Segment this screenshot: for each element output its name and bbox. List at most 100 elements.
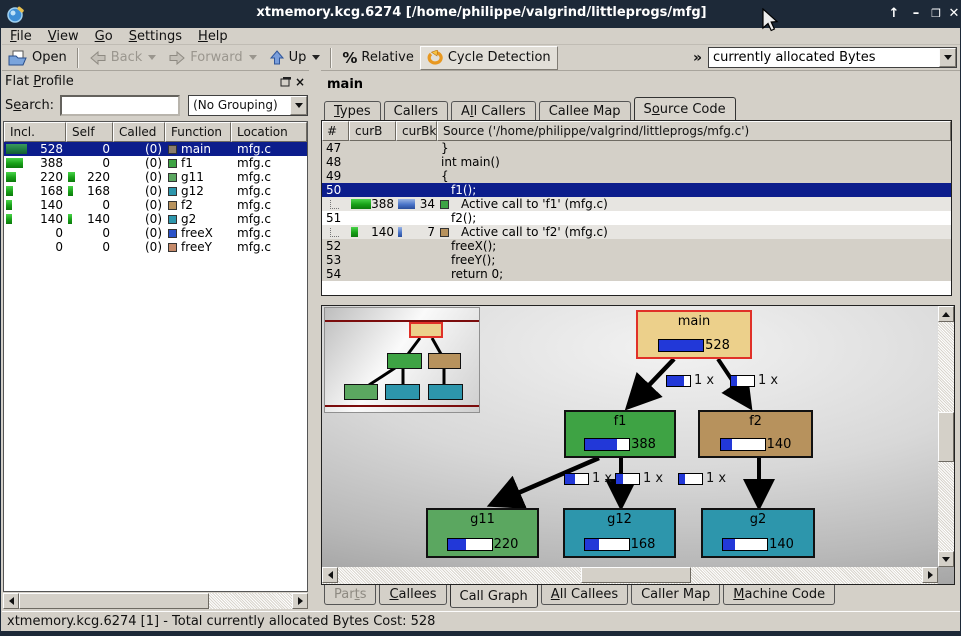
graph-overview-minimap[interactable]	[324, 307, 480, 413]
function-row-f2[interactable]: 140 0 (0) f2 mfg.c	[4, 198, 307, 212]
scroll-left-icon[interactable]	[322, 567, 338, 583]
source-line[interactable]: 48 int main()	[322, 155, 951, 169]
function-row-freeX[interactable]: 0 0 (0) freeX mfg.c	[4, 226, 307, 240]
source-call-line[interactable]: 388 34 Active call to 'f1' (mfg.c)	[322, 197, 951, 211]
relative-toggle-button[interactable]: % Relative	[336, 46, 419, 70]
menu-file[interactable]: File	[2, 28, 40, 45]
call-graph-view[interactable]: main 528 f1 388 f2 140 g11 220 g12 168 g…	[321, 305, 955, 585]
graph-node-f2[interactable]: f2 140	[698, 410, 813, 458]
edge-label-main-f2: 1 x	[730, 373, 778, 388]
graph-vscrollbar[interactable]	[938, 306, 955, 567]
source-line[interactable]: 47 }	[322, 141, 951, 155]
function-row-g12[interactable]: 168 168 (0) g12 mfg.c	[4, 184, 307, 198]
tab-all-callees[interactable]: All Callees	[541, 585, 628, 605]
column-header-line[interactable]: #	[322, 121, 349, 141]
tab-callees[interactable]: Callees	[379, 585, 446, 605]
close-button[interactable]: ✕	[945, 5, 961, 23]
menu-view[interactable]: View	[40, 28, 87, 45]
dock-title: Flat Profile	[5, 74, 74, 89]
function-color-icon	[168, 173, 177, 182]
column-header-curB[interactable]: curB	[349, 121, 396, 141]
graph-node-g2[interactable]: g2 140	[701, 508, 815, 558]
cycle-detection-toggle-button[interactable]: Cycle Detection	[420, 46, 558, 70]
event-type-select[interactable]: currently allocated Bytes	[708, 47, 957, 68]
function-color-icon	[168, 159, 177, 168]
column-header-curBk[interactable]: curBk	[396, 121, 437, 141]
active-function-title: main	[327, 77, 363, 92]
source-line-selected[interactable]: 50 f1();	[322, 183, 951, 197]
overview-node-f1	[387, 353, 422, 369]
function-row-g11[interactable]: 220 220 (0) g11 mfg.c	[4, 170, 307, 184]
overview-node-main	[409, 322, 443, 338]
source-call-line[interactable]: 140 7 Active call to 'f2' (mfg.c)	[322, 225, 951, 239]
up-button[interactable]: Up	[263, 46, 327, 70]
function-row-g2[interactable]: 140 140 (0) g2 mfg.c	[4, 212, 307, 226]
tab-source-code[interactable]: Source Code	[634, 97, 736, 121]
graph-node-g12[interactable]: g12 168	[563, 508, 676, 558]
search-input[interactable]	[60, 95, 180, 116]
shade-button[interactable]: ↑	[885, 5, 903, 23]
back-button[interactable]: Back	[83, 46, 163, 70]
open-button[interactable]: Open	[2, 46, 73, 70]
grouping-select[interactable]: (No Grouping)	[188, 95, 308, 116]
back-history-chevron-icon	[148, 55, 156, 60]
title-bar[interactable]: xtmemory.kcg.6274 [/home/philippe/valgri…	[1, 0, 961, 28]
tab-call-graph[interactable]: Call Graph	[450, 585, 538, 608]
tab-callee-map[interactable]: Callee Map	[539, 101, 631, 121]
scroll-right-icon[interactable]	[922, 567, 938, 583]
float-dock-icon[interactable]	[280, 76, 292, 87]
column-header-location[interactable]: Location	[231, 122, 307, 142]
scrollbar-thumb[interactable]	[19, 593, 209, 609]
tab-caller-map[interactable]: Caller Map	[631, 585, 720, 605]
search-label: Search:	[5, 98, 54, 113]
application-window: xtmemory.kcg.6274 [/home/philippe/valgri…	[0, 0, 961, 636]
chevron-down-icon[interactable]	[939, 48, 956, 67]
menu-help[interactable]: Help	[190, 28, 236, 45]
column-header-source[interactable]: Source ('/home/philippe/valgrind/littlep…	[437, 121, 951, 141]
column-header-incl[interactable]: Incl.	[4, 122, 66, 142]
scroll-right-icon[interactable]	[292, 593, 308, 609]
menu-go[interactable]: Go	[87, 28, 121, 45]
tab-callers[interactable]: Callers	[384, 101, 448, 121]
source-line[interactable]: 51 f2();	[322, 211, 951, 225]
maximize-button[interactable]: ❒	[927, 5, 945, 23]
source-code-view: # curB curBk Source ('/home/philippe/val…	[321, 120, 952, 296]
graph-hscrollbar[interactable]	[322, 567, 938, 584]
panel-splitter[interactable]	[309, 70, 321, 612]
flat-profile-hscrollbar[interactable]	[3, 593, 308, 609]
column-header-called[interactable]: Called	[113, 122, 165, 142]
graph-node-g11[interactable]: g11 220	[426, 508, 539, 558]
column-header-self[interactable]: Self	[66, 122, 113, 142]
tab-types[interactable]: Types	[324, 101, 381, 121]
toolbar-separator	[330, 48, 332, 68]
column-header-function[interactable]: Function	[165, 122, 231, 142]
minimize-button[interactable]: –	[907, 5, 925, 23]
tab-parts[interactable]: Parts	[324, 585, 376, 605]
graph-node-main[interactable]: main 528	[636, 310, 752, 359]
scroll-left-icon[interactable]	[3, 593, 19, 609]
flat-profile-dock-header[interactable]: Flat Profile ×	[5, 72, 308, 91]
cycle-arrow-icon	[427, 50, 444, 66]
source-line[interactable]: 52 freeX();	[322, 239, 951, 253]
forward-button[interactable]: Forward	[162, 46, 262, 70]
function-row-freeY[interactable]: 0 0 (0) freeY mfg.c	[4, 240, 307, 254]
close-dock-icon[interactable]: ×	[292, 75, 308, 89]
forward-arrow-icon	[168, 51, 186, 65]
toolbar-overflow-chevron[interactable]: »	[687, 50, 708, 66]
scroll-up-icon[interactable]	[938, 306, 954, 322]
source-line[interactable]: 53 freeY();	[322, 253, 951, 267]
tab-all-callers[interactable]: All Callers	[451, 101, 536, 121]
source-line[interactable]: 49 {	[322, 169, 951, 183]
scroll-down-icon[interactable]	[938, 551, 954, 567]
menu-settings[interactable]: Settings	[121, 28, 190, 45]
tab-machine-code[interactable]: Machine Code	[723, 585, 835, 605]
overview-node-g12	[385, 384, 420, 400]
function-row-main[interactable]: 528 0 (0) main mfg.c	[4, 142, 307, 156]
source-line[interactable]: 54 return 0;	[322, 267, 951, 281]
function-row-f1[interactable]: 388 0 (0) f1 mfg.c	[4, 156, 307, 170]
chevron-down-icon[interactable]	[290, 96, 307, 115]
toolbar: Open Back Forward Up % Relativ	[2, 45, 961, 71]
graph-node-f1[interactable]: f1 388	[564, 410, 676, 458]
scrollbar-thumb[interactable]	[581, 567, 691, 583]
scrollbar-thumb[interactable]	[938, 412, 954, 462]
